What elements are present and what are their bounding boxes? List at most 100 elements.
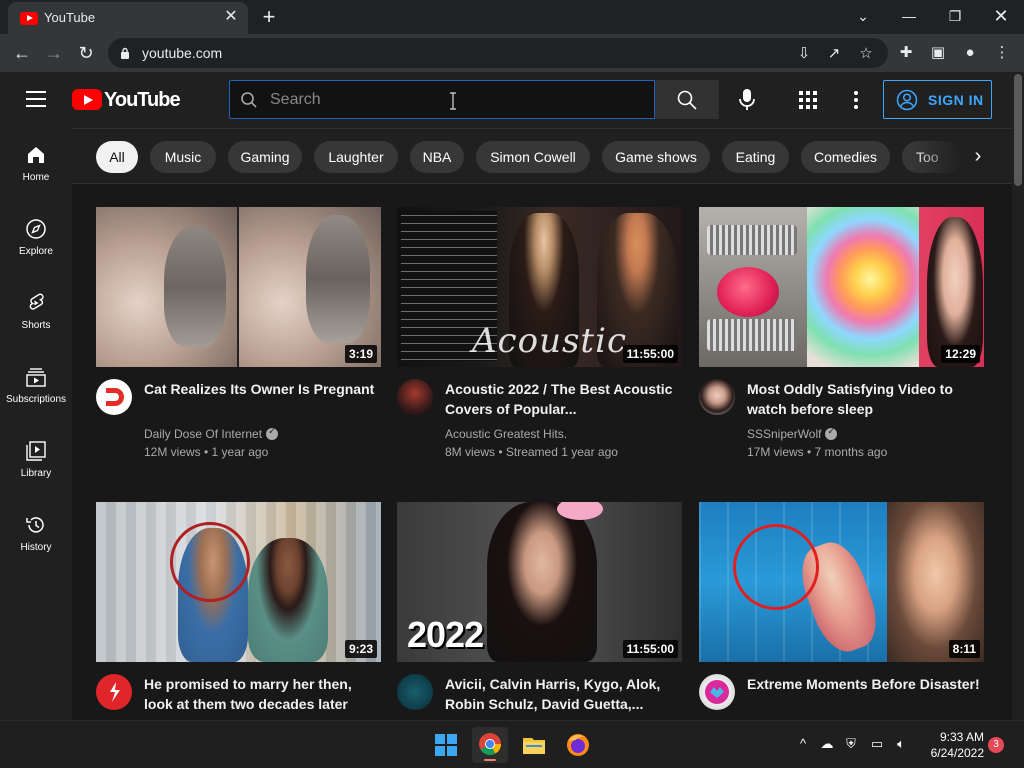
sidebar-item-shorts[interactable]: Shorts [0,276,72,350]
video-duration: 3:19 [344,345,377,363]
video-meta: 12M views • 1 year ago [144,445,269,459]
youtube-favicon-icon [20,12,38,25]
channel-avatar[interactable] [397,379,433,415]
show-hidden-icons-icon[interactable]: ^ [794,735,812,753]
notification-badge[interactable]: 3 [988,737,1004,753]
channel-avatar[interactable] [96,674,132,710]
sidebar-item-label: Explore [19,246,53,257]
sidebar-item-history[interactable]: History [0,498,72,572]
forward-icon[interactable]: → [40,39,68,67]
verified-badge-icon [825,426,838,440]
chip-nba[interactable]: NBA [410,141,464,173]
file-explorer-icon[interactable] [516,727,552,763]
video-thumbnail[interactable]: Acoustic 11:55:00 [397,207,682,367]
video-title[interactable]: Cat Realizes Its Owner Is Pregnant [144,379,381,399]
page-scrollbar[interactable] [1012,72,1024,720]
search-icon [241,92,257,108]
sidebar-item-label: Shorts [21,320,51,331]
back-icon[interactable]: ← [8,39,36,67]
browser-tab[interactable]: YouTube ✕ [8,2,248,34]
video-title[interactable]: He promised to marry her then, look at t… [144,674,381,714]
chevron-right-icon[interactable]: › [962,141,994,173]
apps-grid-icon[interactable] [796,88,820,112]
channel-avatar[interactable] [96,379,132,415]
side-panel-icon[interactable]: ▣ [928,43,948,63]
reload-icon[interactable]: ↻ [72,39,100,67]
channel-name-text: Acoustic Greatest Hits. [445,427,568,441]
scrollbar-thumb[interactable] [1014,74,1022,186]
channel-name[interactable]: SSSniperWolf [747,426,838,441]
restore-icon[interactable]: ❐ [932,0,978,32]
shorts-icon [29,293,44,310]
bookmark-star-icon[interactable]: ☆ [856,44,876,64]
video-thumbnail[interactable]: 8:11 [699,502,984,662]
video-meta: 17M views • 7 months ago [747,445,888,459]
address-bar[interactable]: youtube.com ⇩ ↗ ☆ [108,38,888,68]
video-thumbnail[interactable]: 2022 11:55:00 [397,502,682,662]
channel-name-text: Daily Dose Of Internet [144,427,263,441]
system-clock[interactable]: 9:33 AM 6/24/2022 [918,729,984,761]
chip-game-shows[interactable]: Game shows [602,141,710,173]
settings-more-icon[interactable] [844,88,868,112]
channel-name[interactable]: Daily Dose Of Internet [144,426,279,441]
guide-menu-icon[interactable] [26,91,46,107]
chip-simon-cowell[interactable]: Simon Cowell [476,141,590,173]
video-title[interactable]: Acoustic 2022 / The Best Acoustic Covers… [445,379,682,419]
sidebar-item-subscriptions[interactable]: Subscriptions [0,350,72,424]
video-thumbnail[interactable]: 3:19 [96,207,381,367]
network-icon[interactable]: ▭ [868,735,886,753]
chrome-menu-icon[interactable]: ⋮ [992,43,1012,63]
share-icon[interactable]: ↗ [824,44,844,64]
sign-in-button[interactable]: SIGN IN [883,80,992,119]
chip-all[interactable]: All [96,141,138,173]
search-box[interactable] [229,80,655,119]
new-tab-icon[interactable]: + [256,4,282,30]
profile-icon[interactable]: ● [960,43,980,63]
onedrive-icon[interactable]: ☁ [818,735,836,753]
sidebar-item-label: History [20,542,52,553]
minimize-icon[interactable]: — [886,0,932,32]
sidebar-item-library[interactable]: Library [0,424,72,498]
thumbnail-overlay-text: 2022 [407,614,484,655]
chip-music[interactable]: Music [150,141,216,173]
chip-eating[interactable]: Eating [722,141,789,173]
youtube-page: YouTube SIGN IN All Music Gaming Laughte… [0,72,1024,720]
channel-avatar[interactable] [397,674,433,710]
firefox-icon[interactable] [560,727,596,763]
sidebar-item-explore[interactable]: Explore [0,202,72,276]
extensions-icon[interactable]: ✚ [896,43,916,63]
video-thumbnail[interactable]: 12:29 [699,207,984,367]
video-title[interactable]: Most Oddly Satisfying Video to watch bef… [747,379,984,419]
chip-gaming[interactable]: Gaming [228,141,302,173]
channel-name[interactable]: Acoustic Greatest Hits. [445,427,567,441]
browser-tabstrip: YouTube ✕ + ⌄ — ❐ ✕ [0,0,1024,34]
chip-laughter[interactable]: Laughter [314,141,398,173]
sidebar-item-home[interactable]: Home [0,128,72,202]
video-grid: 3:19 Cat Realizes Its Owner Is Pregnant … [72,184,1012,720]
close-window-icon[interactable]: ✕ [978,0,1024,32]
voice-search-button[interactable] [729,82,765,118]
channel-avatar[interactable] [699,674,735,710]
video-thumbnail[interactable]: 9:23 [96,502,381,662]
library-icon [26,441,46,461]
tab-search-icon[interactable]: ⌄ [840,0,886,32]
security-shield-icon[interactable]: ⛨ [842,735,860,753]
volume-icon[interactable]: 🔈︎ [892,735,910,753]
video-duration: 8:11 [948,640,980,658]
start-windows-icon[interactable] [428,727,464,763]
lock-icon [121,47,129,59]
guide-sidebar: Home Explore Shorts Subscriptions Librar… [0,128,72,720]
channel-avatar[interactable] [699,379,735,415]
video-duration: 11:55:00 [622,345,678,363]
text-cursor-icon [450,92,456,110]
chip-comedies[interactable]: Comedies [801,141,890,173]
video-title[interactable]: Avicii, Calvin Harris, Kygo, Alok, Robin… [445,674,682,714]
close-tab-icon[interactable]: ✕ [222,8,240,26]
chrome-taskbar-icon[interactable] [472,727,508,763]
history-icon [26,517,44,533]
sidebar-item-label: Subscriptions [5,394,67,405]
category-chips-bar: All Music Gaming Laughter NBA Simon Cowe… [72,128,1012,184]
install-icon[interactable]: ⇩ [794,44,814,64]
search-button[interactable] [655,80,719,119]
video-title[interactable]: Extreme Moments Before Disaster! [747,674,984,694]
